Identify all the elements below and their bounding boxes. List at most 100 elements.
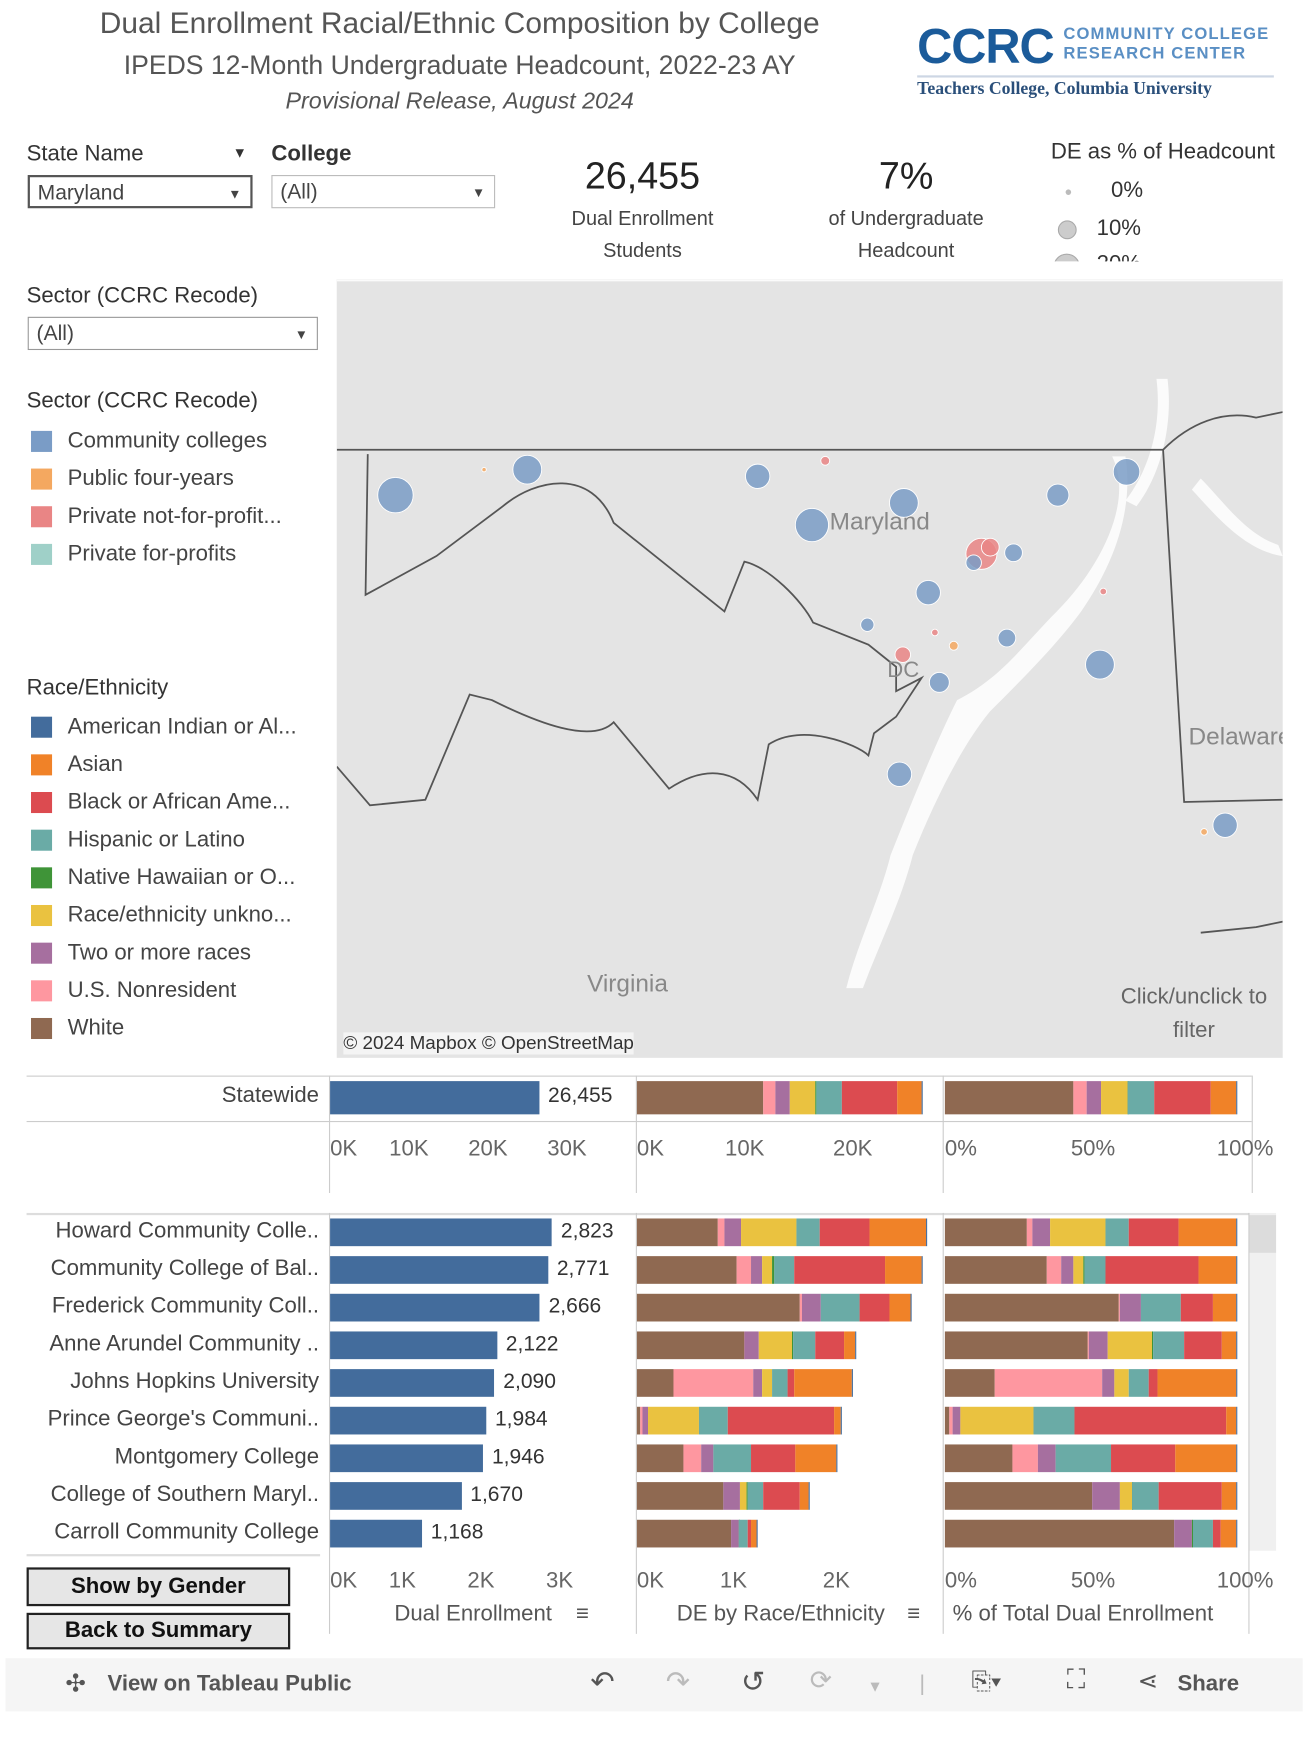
race-pct-segment-hisp[interactable] (1105, 1218, 1129, 1247)
college-dropdown[interactable]: (All) ▼ (271, 175, 496, 209)
race-count-segment-white[interactable] (636, 1519, 732, 1548)
race-pct-segment-aian[interactable] (1235, 1519, 1237, 1548)
race-pct-segment-black[interactable] (1074, 1406, 1227, 1435)
race-pct-segment-black[interactable] (1158, 1482, 1223, 1510)
race-pct-segment-two[interactable] (1086, 1081, 1101, 1115)
revert-icon[interactable]: ↺ (741, 1665, 765, 1699)
race-pct-segment-aian[interactable] (1235, 1482, 1237, 1510)
race-count-segment-black[interactable] (859, 1293, 890, 1322)
race-count-segment-two[interactable] (744, 1331, 759, 1360)
race-pct-segment-hisp[interactable] (1033, 1406, 1075, 1435)
race-pct-segment-aian[interactable] (1235, 1081, 1237, 1115)
race-count-segment-white[interactable] (636, 1256, 737, 1284)
college-marker[interactable] (931, 628, 939, 637)
college-marker[interactable] (894, 646, 911, 663)
college-marker[interactable] (1004, 543, 1023, 563)
undo-icon[interactable]: ↶ (590, 1665, 614, 1699)
race-count-segment-nonres[interactable] (762, 1081, 776, 1115)
race-pct-segment-two[interactable] (1061, 1256, 1074, 1284)
college-marker[interactable] (965, 554, 982, 571)
race-pct-segment-nonres[interactable] (1011, 1444, 1039, 1473)
race-count-segment-aian[interactable] (926, 1218, 928, 1247)
race-pct-segment-asian[interactable] (1213, 1293, 1236, 1322)
race-count-segment-two[interactable] (731, 1519, 739, 1548)
sort-icon[interactable]: ≡ (907, 1602, 920, 1627)
show-by-gender-button[interactable]: Show by Gender (26, 1567, 291, 1607)
race-count-segment-asian[interactable] (800, 1482, 809, 1510)
total-bar[interactable] (330, 1369, 495, 1397)
race-count-segment-asian[interactable] (843, 1331, 855, 1360)
race-pct-segment-two[interactable] (952, 1406, 961, 1435)
total-bar[interactable] (330, 1482, 462, 1510)
race-pct-segment-asian[interactable] (1211, 1081, 1236, 1115)
race-count-segment-asian[interactable] (793, 1369, 852, 1397)
race-pct-segment-nonres[interactable] (1073, 1081, 1087, 1115)
race-pct-segment-black[interactable] (1154, 1081, 1212, 1115)
race-pct-segment-asian[interactable] (1221, 1331, 1237, 1360)
college-marker[interactable] (889, 488, 919, 518)
college-marker[interactable] (980, 537, 1000, 557)
race-pct-segment-black[interactable] (1111, 1444, 1176, 1473)
race-pct-segment-unk[interactable] (1100, 1081, 1128, 1115)
race-count-segment-white[interactable] (636, 1482, 724, 1510)
state-filter-menu-icon[interactable]: ▼ (233, 144, 247, 161)
race-pct-segment-asian[interactable] (1178, 1218, 1236, 1247)
fullscreen-icon[interactable]: ⛶ (1067, 1665, 1086, 1696)
total-bar[interactable] (330, 1293, 540, 1322)
total-bar[interactable] (330, 1256, 548, 1284)
college-marker[interactable] (1212, 812, 1238, 838)
race-count-segment-asian[interactable] (795, 1444, 837, 1473)
race-count-segment-white[interactable] (636, 1369, 674, 1397)
race-count-segment-hisp[interactable] (772, 1369, 788, 1397)
college-marker[interactable] (928, 671, 950, 693)
college-markers[interactable] (377, 454, 1238, 838)
scrollbar-thumb[interactable] (1249, 1215, 1277, 1253)
race-pct-segment-white[interactable] (944, 1519, 1174, 1548)
race-count-segment-black[interactable] (815, 1331, 844, 1360)
race-count-segment-unk[interactable] (789, 1081, 816, 1115)
race-pct-segment-hisp[interactable] (1055, 1444, 1112, 1473)
college-marker[interactable] (948, 640, 959, 651)
back-to-summary-button[interactable]: Back to Summary (26, 1612, 291, 1650)
race-count-segment-aian[interactable] (910, 1293, 912, 1322)
race-pct-segment-asian[interactable] (1157, 1369, 1237, 1397)
college-marker[interactable] (997, 628, 1017, 648)
race-pct-segment-aian[interactable] (1235, 1293, 1237, 1322)
race-pct-segment-unk[interactable] (1073, 1256, 1084, 1284)
race-count-segment-two[interactable] (750, 1256, 763, 1284)
race-pct-segment-asian[interactable] (1222, 1482, 1236, 1510)
race-count-segment-unk[interactable] (758, 1331, 792, 1360)
race-pct-segment-two[interactable] (1102, 1369, 1115, 1397)
college-marker[interactable] (1200, 828, 1208, 836)
college-marker[interactable] (1046, 483, 1070, 507)
total-bar[interactable] (330, 1519, 422, 1548)
race-pct-segment-asian[interactable] (1175, 1444, 1237, 1473)
race-pct-segment-white[interactable] (944, 1444, 1012, 1473)
race-pct-segment-aian[interactable] (1236, 1331, 1237, 1360)
race-pct-segment-aian[interactable] (1235, 1256, 1237, 1284)
race-count-segment-unk[interactable] (648, 1406, 700, 1435)
race-pct-segment-white[interactable] (944, 1293, 1119, 1322)
race-pct-segment-hisp[interactable] (1140, 1293, 1182, 1322)
race-pct-segment-two[interactable] (1088, 1331, 1108, 1360)
race-count-segment-nonres[interactable] (682, 1444, 702, 1473)
map[interactable]: Maryland DC Delaware Virginia © 2024 Map… (336, 279, 1283, 1058)
college-marker[interactable] (915, 579, 941, 606)
share-button[interactable]: Share (1177, 1672, 1239, 1697)
college-marker[interactable] (886, 761, 913, 787)
race-pct-segment-white[interactable] (944, 1256, 1048, 1284)
race-pct-segment-asian[interactable] (1221, 1519, 1236, 1548)
college-marker[interactable] (745, 463, 771, 489)
race-pct-segment-hisp[interactable] (1132, 1482, 1159, 1510)
college-marker[interactable] (512, 454, 543, 485)
sector-dropdown[interactable]: (All) ▼ (27, 316, 318, 351)
race-pct-segment-two[interactable] (1032, 1218, 1050, 1247)
race-count-segment-hisp[interactable] (747, 1482, 763, 1510)
race-pct-segment-white[interactable] (944, 1081, 1074, 1115)
refresh-dropdown-icon[interactable]: ▼ (867, 1677, 882, 1695)
race-pct-segment-aian[interactable] (1236, 1444, 1237, 1473)
race-pct-segment-unk[interactable] (1114, 1369, 1129, 1397)
college-marker[interactable] (1112, 458, 1141, 486)
college-marker[interactable] (1099, 587, 1108, 596)
sort-icon[interactable]: ≡ (576, 1602, 589, 1627)
